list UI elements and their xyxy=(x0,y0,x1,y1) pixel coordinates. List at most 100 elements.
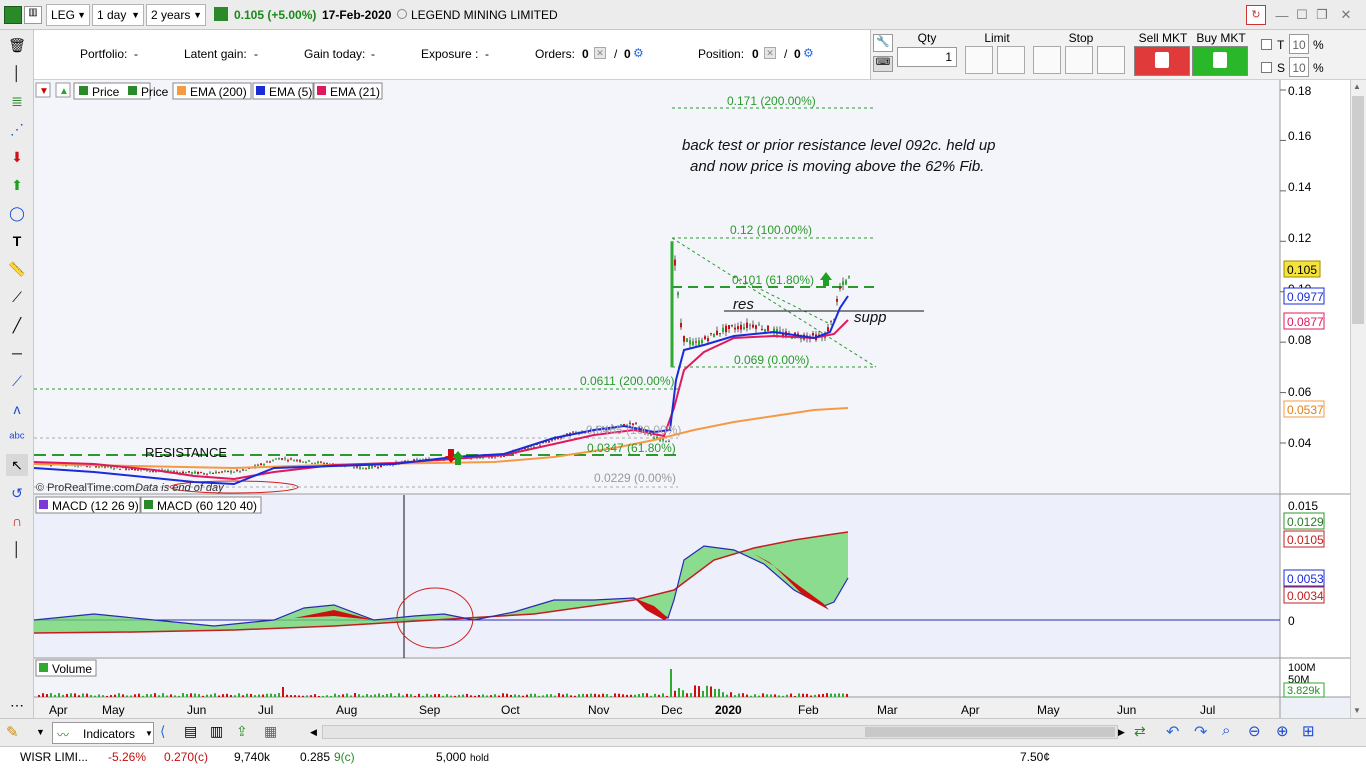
stop-limit-button[interactable] xyxy=(1097,46,1125,74)
candle-body xyxy=(299,460,301,462)
orders-settings-icon[interactable]: ⚙ xyxy=(633,46,644,60)
down-arrow-icon[interactable]: ⬇ xyxy=(6,146,28,168)
chevron-down-icon[interactable]: ▼ xyxy=(36,727,45,737)
volume-bar xyxy=(846,693,848,697)
export-icon[interactable]: ⇪ xyxy=(236,723,248,740)
scroll-up-icon[interactable]: ▲ xyxy=(1353,82,1361,91)
close-button[interactable]: ✕ xyxy=(1336,5,1356,25)
time-scrollbar-thumb[interactable] xyxy=(865,727,1115,737)
volume-bar xyxy=(426,693,428,697)
volume-bar xyxy=(362,695,364,697)
volume-bar xyxy=(410,694,412,697)
volume-bar xyxy=(558,693,560,697)
candle-body xyxy=(503,455,505,457)
volume-bar xyxy=(658,694,660,697)
wave-count-icon[interactable]: ʌ xyxy=(6,398,28,420)
volume-bar xyxy=(386,694,388,697)
chart-bar-icon[interactable]: ▥ xyxy=(24,6,42,24)
volume-bar xyxy=(626,694,628,697)
segment-icon[interactable]: ⟋ xyxy=(6,286,28,308)
cursor-icon[interactable]: ↖ xyxy=(6,454,28,476)
line-icon[interactable]: ╱ xyxy=(6,314,28,336)
volume-bar xyxy=(582,693,584,697)
abc-wave-icon[interactable]: ᵃᵇᶜ xyxy=(6,426,28,448)
volume-bar xyxy=(590,693,592,697)
pencil-icon[interactable]: ✎ xyxy=(6,723,19,741)
scroll-down-icon[interactable]: ▼ xyxy=(1353,706,1361,715)
text-tool-icon[interactable]: T xyxy=(6,230,28,252)
sync-icon[interactable]: ↻ xyxy=(1246,5,1266,25)
limit-buy-button[interactable] xyxy=(965,46,993,74)
vertical-line-icon[interactable]: │ xyxy=(6,62,28,84)
magnet-icon[interactable]: ∩ xyxy=(6,510,28,532)
volume-bar xyxy=(130,695,132,697)
stop-buy-button[interactable] xyxy=(1033,46,1061,74)
candle-body xyxy=(224,470,226,472)
maximize-button[interactable]: ☐ xyxy=(1292,5,1312,25)
price-chart-svg[interactable]: ▼ ▲ Price Price EMA (200) EMA (5) EMA (2… xyxy=(33,80,1350,718)
scrollbar-thumb[interactable] xyxy=(1352,96,1364,324)
ellipse-icon[interactable]: ◯ xyxy=(6,202,28,224)
interval-select[interactable]: 1 day ▼ xyxy=(92,4,144,26)
trash-icon[interactable]: 🗑 xyxy=(6,34,28,56)
layout-2-icon[interactable]: ▥ xyxy=(210,723,223,740)
chart-area[interactable]: ▼ ▲ Price Price EMA (200) EMA (5) EMA (2… xyxy=(33,80,1350,718)
company-name: LEGEND MINING LIMITED xyxy=(411,8,558,22)
wrench-icon[interactable]: 🔧 xyxy=(873,34,893,52)
volume-bar xyxy=(42,693,44,697)
watchlist-row[interactable]: WISR LIMI... -5.26% 0.270(c) 9,740k 0.28… xyxy=(0,746,1366,768)
buy-market-button[interactable] xyxy=(1192,46,1248,76)
layout-icon[interactable]: ▤ xyxy=(184,723,197,740)
ema21-swatch xyxy=(317,86,326,95)
stop-checkbox[interactable] xyxy=(1261,62,1272,73)
trailing-checkbox[interactable] xyxy=(1261,39,1272,50)
trailing-input[interactable]: 10 xyxy=(1289,34,1309,54)
position-settings-icon[interactable]: ⚙ xyxy=(803,46,814,60)
qty-input[interactable]: 1 xyxy=(897,47,957,67)
more-icon[interactable]: ⋯ xyxy=(6,694,28,716)
redo-icon[interactable]: ↷ xyxy=(1194,722,1207,742)
close-position-icon[interactable]: ✕ xyxy=(764,47,776,59)
scroll-left-icon[interactable]: ◀ xyxy=(310,727,317,738)
keyboard-icon[interactable]: ⌨ xyxy=(873,56,893,72)
limit-sell-button[interactable] xyxy=(997,46,1025,74)
annotation-supp: supp xyxy=(854,309,887,326)
fan-icon[interactable]: ⋰ xyxy=(6,118,28,140)
watchlist-change: -5.26% xyxy=(108,750,147,764)
zoom-fit-icon[interactable]: ⌕ xyxy=(1222,722,1230,739)
sync-charts-icon[interactable]: ⇄ xyxy=(1134,723,1146,740)
cursor-rotate-icon[interactable]: ↺ xyxy=(6,482,28,504)
portfolio-value: - xyxy=(134,47,138,61)
share-icon[interactable]: ⟨ xyxy=(160,723,165,740)
indicators-button[interactable]: 〰 Indicators ▼ xyxy=(52,722,154,744)
stop-sell-button[interactable] xyxy=(1065,46,1093,74)
minimize-button[interactable]: — xyxy=(1272,5,1292,25)
buy-icon xyxy=(1213,52,1227,68)
chart-icon[interactable]: ▦ xyxy=(264,723,277,740)
fibonacci-icon[interactable]: ≣ xyxy=(6,90,28,112)
undo-icon[interactable]: ↶ xyxy=(1166,722,1179,742)
watchlist-hold: hold xyxy=(470,753,489,764)
volume-bar xyxy=(126,695,128,697)
zoom-reset-icon[interactable]: ⊞ xyxy=(1302,722,1315,740)
symbol-field[interactable]: LEG ▼ xyxy=(46,4,90,26)
cancel-orders-icon[interactable]: ✕ xyxy=(594,47,606,59)
volume-bar xyxy=(490,695,492,697)
volume-bar xyxy=(630,694,632,697)
up-arrow-icon[interactable]: ⬆ xyxy=(6,174,28,196)
zoom-out-icon[interactable]: ⊖ xyxy=(1248,722,1261,740)
ruler-icon[interactable]: 📏 xyxy=(6,258,28,280)
volume-bar xyxy=(646,693,648,697)
restore-button[interactable]: ❐ xyxy=(1312,5,1332,25)
period-select[interactable]: 2 years ▼ xyxy=(146,4,206,26)
volume-swatch xyxy=(39,663,48,672)
zoom-in-icon[interactable]: ⊕ xyxy=(1276,722,1289,740)
scroll-right-icon[interactable]: ▶ xyxy=(1118,727,1125,738)
stop-input[interactable]: 10 xyxy=(1289,57,1309,77)
sell-market-button[interactable] xyxy=(1134,46,1190,76)
candle-body xyxy=(290,458,292,460)
channel-icon[interactable]: ⟋ xyxy=(6,370,28,392)
time-scrollbar[interactable] xyxy=(322,725,1118,739)
volume-bar xyxy=(522,695,524,697)
drawing-toolbar: 🗑 │ ≣ ⋰ ⬇ ⬆ ◯ T 📏 ⟋ ╱ ─ ⟋ ʌ ᵃᵇᶜ ↖ ↺ ∩ │ … xyxy=(0,30,34,718)
